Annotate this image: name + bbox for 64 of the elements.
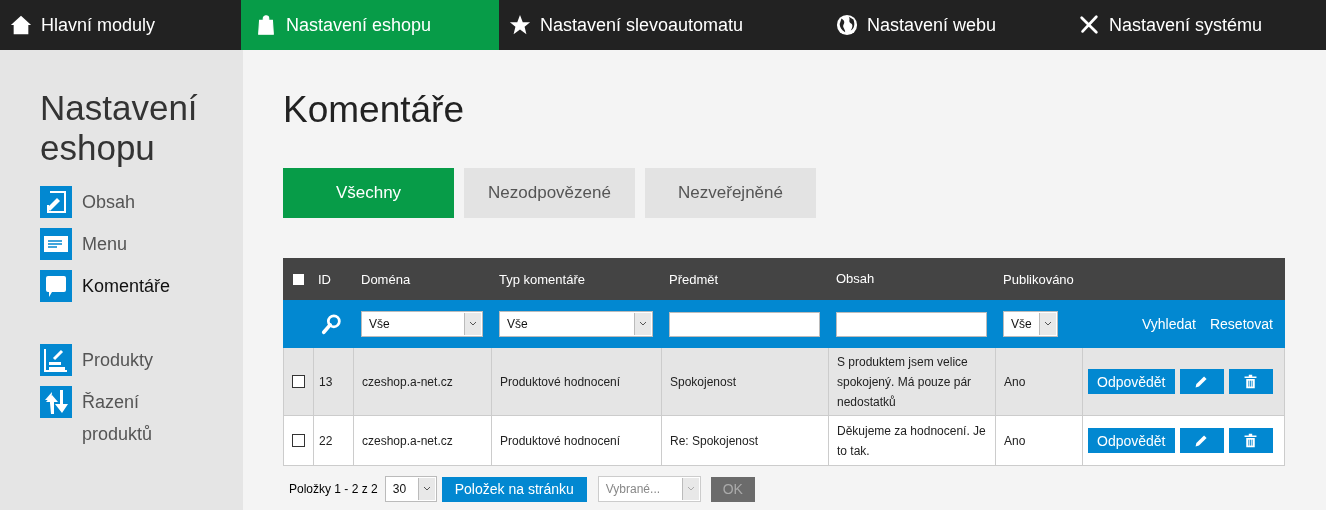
column-header: Typ komentáře <box>499 271 585 287</box>
column-header: Obsah <box>836 270 875 288</box>
per-page-button[interactable]: Položek na stránku <box>441 476 587 502</box>
shopping-bag-icon <box>255 14 277 36</box>
filter-dropdown[interactable]: Vše <box>1003 311 1058 337</box>
up-down-arrows-icon <box>40 386 72 418</box>
edit-button[interactable] <box>1179 369 1224 394</box>
table-cell: Ano <box>1004 433 1026 448</box>
filter-input[interactable] <box>836 311 987 337</box>
filter-tab[interactable]: Nezodpovězené <box>464 168 635 218</box>
filter-dropdown[interactable]: Vše <box>361 311 483 337</box>
filter-tab[interactable]: Nezveřejněné <box>645 168 816 218</box>
table-cell: czeshop.a-net.cz <box>362 433 453 448</box>
column-header: ID <box>318 271 331 287</box>
chart-icon <box>40 344 72 376</box>
table-cell: 22 <box>319 433 333 448</box>
table-cell: Produktové hodnocení <box>500 433 621 448</box>
nav-tab[interactable]: Hlavní moduly <box>0 0 241 50</box>
column-header: Předmět <box>669 271 719 287</box>
filter-dropdown[interactable]: Vše <box>499 311 653 337</box>
trash-icon <box>1242 432 1259 449</box>
row-checkbox[interactable] <box>292 434 305 447</box>
globe-icon <box>836 14 858 36</box>
reply-button[interactable]: Odpovědět <box>1088 369 1175 394</box>
table-cell: Ano <box>1004 374 1026 389</box>
nav-tab[interactable]: Nastavení eshopu <box>241 0 499 50</box>
column-header: Doména <box>361 271 411 287</box>
table-cell: Spokojenost <box>670 374 737 389</box>
sidebar-item[interactable]: Obsah <box>40 186 243 218</box>
per-page-dropdown[interactable]: 30 <box>384 476 437 502</box>
home-icon <box>10 14 32 36</box>
nav-tab[interactable]: Nastavení systému <box>1068 0 1326 50</box>
filter-input[interactable] <box>669 311 820 337</box>
table-cell: Produktové hodnocení <box>500 374 621 389</box>
edit-button[interactable] <box>1179 428 1224 453</box>
table-cell: czeshop.a-net.cz <box>362 374 453 389</box>
table-cell-text: S produktem jsem velice spokojený. Má pouze pár nedostatků <box>837 353 973 411</box>
star-icon <box>509 14 531 36</box>
filter-link[interactable]: Resetovat <box>1209 316 1273 332</box>
sidebar-item[interactable]: Produkty <box>40 344 243 376</box>
table-cell: Re: Spokojenost <box>670 433 759 448</box>
reply-button[interactable]: Odpovědět <box>1088 428 1175 453</box>
row-checkbox[interactable] <box>292 375 305 388</box>
delete-button[interactable] <box>1228 369 1273 394</box>
sidebar-item[interactable]: Komentáře <box>40 270 243 302</box>
table-cell: 13 <box>319 374 333 389</box>
nav-tab[interactable]: Nastavení webu <box>826 0 1068 50</box>
speech-bubble-icon <box>40 270 72 302</box>
page-title: Komentáře <box>283 88 465 132</box>
sidebar-item[interactable]: Menu <box>40 228 243 260</box>
table-cell-text: Děkujeme za hodnocení. Je to tak. <box>837 422 987 460</box>
filter-link[interactable]: Vyhledat <box>1142 316 1196 332</box>
filter-tab[interactable]: Všechny <box>283 168 454 218</box>
search-icon[interactable] <box>320 313 343 335</box>
sidebar-title: Nastavení eshopu <box>40 88 199 168</box>
select-all-checkbox[interactable] <box>292 273 304 285</box>
column-header: Publikováno <box>1003 271 1074 287</box>
trash-icon <box>1242 373 1259 390</box>
nav-tab[interactable]: Nastavení slevoautomatu <box>499 0 826 50</box>
list-icon <box>40 228 72 260</box>
document-pencil-icon <box>40 186 72 218</box>
pagination-summary: Položky 1 - 2 z 2 <box>289 482 378 496</box>
delete-button[interactable] <box>1228 428 1273 453</box>
sidebar-item[interactable]: Řazení produktů <box>40 386 243 450</box>
